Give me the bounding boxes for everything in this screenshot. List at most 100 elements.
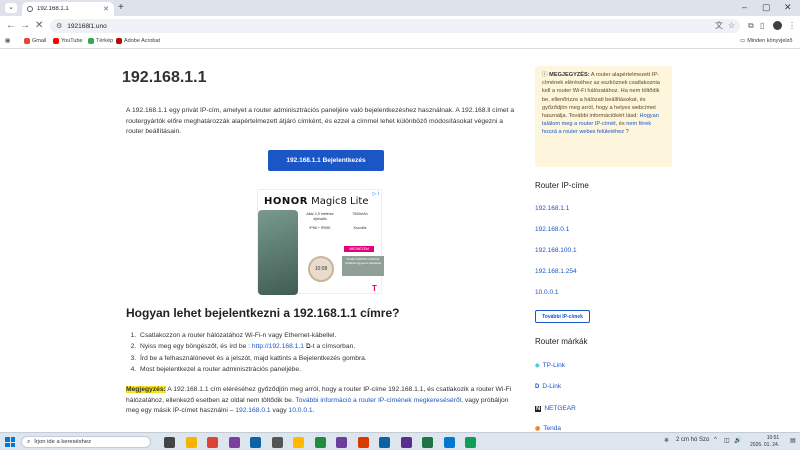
site-info-icon[interactable]: ⚙ [56,22,62,30]
login-button[interactable]: 192.168.1.1 Bejelentkezés [268,150,384,171]
sidebar-note-text: A router alapértelmezett IP-címének elér… [542,72,660,120]
taskbar-app-icon[interactable] [207,437,218,448]
back-icon[interactable]: ← [6,20,16,32]
profile-avatar[interactable] [773,21,782,30]
brand-link-tenda[interactable]: ◉ Tenda [535,425,561,432]
taskbar-search-input[interactable]: ⌕ Írjon ide a kereséshez [21,436,151,448]
bookmark-gmail[interactable]: Gmail [24,38,46,44]
apps-grid-icon[interactable]: ▦ [5,38,10,44]
extensions-icon[interactable]: ⧉ [748,21,754,31]
maps-icon [88,38,94,44]
ad-brand: HONOR Magic8 Lite [264,196,368,207]
brand-link-tp-link[interactable]: ◆ TP-Link [535,362,565,369]
address-bar[interactable]: ⚙ 192168l1.uno [50,19,740,33]
bookmark-youtube[interactable]: YouTube [53,38,83,44]
step-text: Nyiss meg egy böngészőt, és írd be : [140,343,251,351]
acrobat-icon [116,38,122,44]
bookmark-label: Gmail [32,38,47,44]
close-window-icon[interactable]: ✕ [784,2,792,13]
notifications-icon[interactable]: ▤ [790,437,796,444]
brand-label: Tenda [543,425,561,432]
tab-title: 192.168.1.1 [37,6,69,12]
taskbar-app-icon[interactable] [443,437,455,448]
intro-paragraph: A 192.168.1.1 egy privát IP-cím, amelyet… [126,107,515,135]
brand-link-netgear[interactable]: N NETGEAR [535,405,576,412]
volume-icon[interactable]: 🔊 [734,437,741,444]
sidebar-ip-link[interactable]: 192.168.0.1 [535,226,569,233]
taskbar-app-icon[interactable] [465,437,476,448]
windows-taskbar: ⌕ Írjon ide a kereséshez ❄ 2 cm hó Szo ^… [0,432,800,450]
list-item: Nyiss meg egy böngészőt, és írd be : htt… [138,341,367,352]
browser-tab[interactable]: 192.168.1.1 ✕ [22,2,114,16]
bookmark-acrobat[interactable]: Adobe Acrobat [116,38,160,44]
taskbar-app-icon[interactable] [293,437,304,448]
tenda-icon: ◉ [535,426,541,432]
note-text: vagy [272,407,287,414]
brand-label: NETGEAR [544,405,576,412]
ad-spec: Akár 2,5 méteres ejtésálló [306,212,334,221]
adchoices-icon[interactable]: ▷ i [373,191,379,197]
ip-link-192-168-0-1[interactable]: 192.168.0.1 [235,407,270,414]
forward-icon[interactable]: → [20,20,30,32]
sidebar-ip-link[interactable]: 192.168.1.1 [535,205,569,212]
bookmark-star-icon[interactable]: ☆ [728,21,735,31]
ad-brand-name: HONOR [264,196,308,207]
all-bookmarks[interactable]: ▭ Minden könyvjelző [740,38,792,44]
taskbar-app-icon[interactable] [228,437,240,448]
taskbar-app-icon[interactable] [164,437,175,448]
clock[interactable]: 10:51 2026. 01. 24. [750,435,779,448]
tab-search-button[interactable]: ⌄ [5,3,17,13]
network-icon[interactable]: ◫ [724,437,730,444]
find-ip-link[interactable]: További információ a router IP-címének m… [295,397,461,404]
list-item: Most bejelentkezel a router adminisztrác… [138,364,367,375]
menu-dots-icon[interactable]: ⋮ [788,21,796,31]
sidebar-note-text: , és [615,121,625,128]
taskbar-app-icon[interactable] [185,437,197,448]
new-tab-button[interactable]: + [118,2,124,13]
sidebar-ip-link[interactable]: 192.168.100.1 [535,247,577,254]
router-url-link[interactable]: http://192.168.1.1 [252,343,304,350]
maximize-icon[interactable]: ▢ [762,2,771,13]
taskbar-app-icon[interactable] [314,437,326,448]
tab-close-icon[interactable]: ✕ [103,5,109,13]
list-item: Csatlakozzon a router hálózatához Wi-Fi-… [138,330,367,341]
web-page: 192.168.1.1 A 192.168.1.1 egy privát IP-… [0,49,800,432]
bookmark-label: YouTube [61,38,83,44]
more-ip-button[interactable]: További IP-címek [535,310,590,323]
stop-icon[interactable]: ✕ [35,20,43,32]
taskbar-app-icon[interactable] [379,437,390,448]
windows-start-icon[interactable] [5,437,15,447]
taskbar-app-icon[interactable] [422,437,433,448]
ad-cta-button[interactable]: MEGNÉZEM [344,246,374,252]
youtube-icon [53,38,59,44]
tray-chevron-icon[interactable]: ^ [714,437,717,443]
advertisement[interactable]: ▷ i HONOR Magic8 Lite Akár 2,5 méteres e… [257,189,384,295]
page-favicon-icon [27,6,33,12]
translate-icon[interactable]: 文 [715,21,723,31]
ad-spec: Kurzális [353,226,367,230]
taskbar-app-icon[interactable] [357,437,369,448]
address-url: 192168l1.uno [67,22,107,30]
sidebar-ip-link[interactable]: 10.0.0.1 [535,289,559,296]
search-icon: ⌕ [27,438,31,445]
all-bookmarks-label: Minden könyvjelző [747,38,793,44]
taskbar-app-icon[interactable] [336,437,347,448]
side-panel-icon[interactable]: ▯ [760,21,764,31]
ad-model-name: Magic8 Lite [311,196,369,207]
brand-label: TP-Link [542,362,566,369]
step-text: -t a címsorban. [310,343,356,351]
weather-text[interactable]: 2 cm hó Szo [676,437,709,443]
minimize-icon[interactable]: – [742,2,747,12]
taskbar-search-placeholder: Írjon ide a kereséshez [34,439,91,445]
bookmark-maps[interactable]: Térkép [88,38,113,44]
ip-link-10-0-0-1[interactable]: 10.0.0.1 [288,407,312,414]
taskbar-app-icon[interactable] [250,437,261,448]
sidebar-ip-link[interactable]: 192.168.1.254 [535,268,577,275]
info-icon: ⓘ [542,72,548,78]
weather-icon[interactable]: ❄ [664,437,669,444]
ad-spec: IP68 + IP69K [309,226,331,230]
ad-watch-time: 10:08 [314,266,328,272]
taskbar-app-icon[interactable] [400,437,412,448]
taskbar-app-icon[interactable] [271,437,283,448]
brand-link-d-link[interactable]: D D-Link [535,383,561,390]
